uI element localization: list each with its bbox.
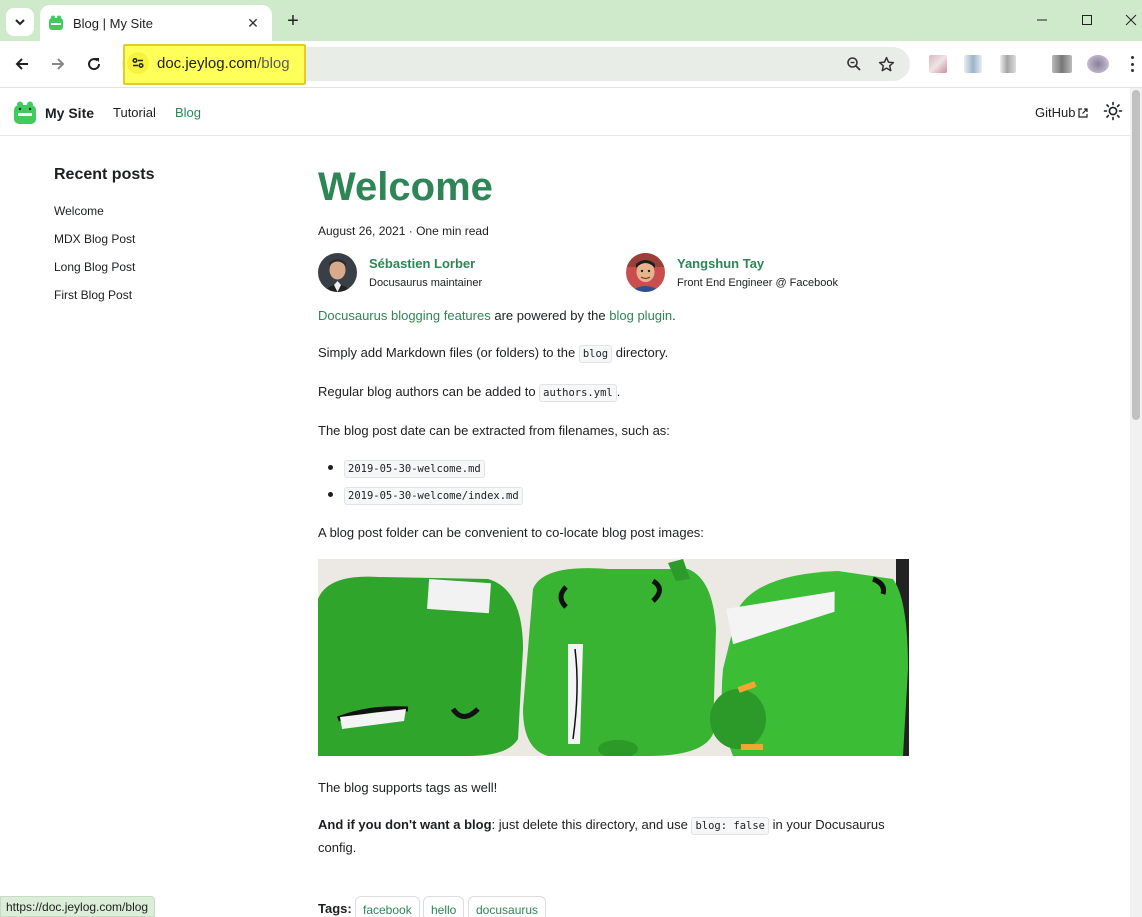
minimize-button[interactable]: [1017, 0, 1067, 40]
blog-plugin-link[interactable]: blog plugin: [609, 308, 672, 323]
post-meta: August 26, 2021 · One min read: [318, 224, 489, 238]
sidebar-post-mdx[interactable]: MDX Blog Post: [54, 232, 135, 246]
paragraph: A blog post folder can be convenient to …: [318, 525, 704, 540]
sidebar-post-first[interactable]: First Blog Post: [54, 288, 132, 302]
list-bullet: [328, 465, 333, 470]
brand-link[interactable]: My Site: [13, 100, 94, 125]
chevron-down-icon: [15, 19, 25, 26]
author-name[interactable]: Yangshun Tay: [677, 256, 838, 271]
github-label: GitHub: [1035, 105, 1076, 120]
paragraph-text: are powered by the: [490, 308, 610, 323]
favicon-icon: [49, 15, 63, 30]
extension-icon[interactable]: [1000, 55, 1016, 73]
author-name[interactable]: Sébastien Lorber: [369, 256, 482, 271]
inline-code: blog: [578, 345, 613, 363]
nav-link-tutorial[interactable]: Tutorial: [113, 105, 156, 120]
zoom-icon[interactable]: [844, 54, 864, 74]
sidebar-title: Recent posts: [54, 166, 155, 183]
maximize-icon: [1082, 15, 1092, 25]
site-info-button[interactable]: [127, 52, 149, 74]
docusaurus-plushies-image: [318, 559, 909, 756]
paragraph: Simply add Markdown files (or folders) t…: [318, 345, 669, 363]
paragraph-text: Simply add Markdown files (or folders) t…: [318, 345, 579, 360]
extension-icon[interactable]: [1052, 55, 1072, 73]
url-text[interactable]: doc.jeylog.com/blog: [157, 55, 290, 72]
paragraph-text: in your Docusaurus: [768, 817, 885, 832]
paragraph-text: .: [616, 384, 621, 399]
tag-facebook[interactable]: facebook: [355, 896, 420, 917]
sidebar-post-long[interactable]: Long Blog Post: [54, 260, 135, 274]
author-avatar[interactable]: [318, 253, 357, 292]
close-window-button[interactable]: [1106, 0, 1142, 40]
browser-menu-icon[interactable]: [1124, 53, 1140, 75]
reload-button[interactable]: [79, 49, 109, 79]
list-item: 2019-05-30-welcome.md: [344, 460, 485, 478]
arrow-left-icon: [15, 58, 28, 70]
tab-title: Blog | My Site: [73, 15, 153, 31]
bold-text: And if you don't want a blog: [318, 817, 492, 832]
url-host: doc.jeylog.com: [157, 55, 258, 72]
paragraph: Docusaurus blogging features are powered…: [318, 308, 676, 323]
bookmark-star-icon[interactable]: [876, 54, 896, 74]
author-role: Docusaurus maintainer: [369, 277, 483, 289]
author-card[interactable]: Yangshun Tay Front End Engineer @ Facebo…: [626, 253, 838, 292]
extension-icon[interactable]: [964, 55, 982, 73]
tags-label: Tags:: [318, 901, 352, 916]
paragraph-text: .: [672, 308, 676, 323]
forward-button[interactable]: [43, 49, 73, 79]
maximize-button[interactable]: [1062, 0, 1112, 40]
author-avatar[interactable]: [626, 253, 665, 292]
site-navbar: My Site Tutorial Blog GitHub: [0, 88, 1130, 136]
blogging-features-link[interactable]: Docusaurus blogging features: [318, 308, 491, 323]
scrollbar-thumb[interactable]: [1132, 90, 1140, 420]
arrow-right-icon: [52, 58, 65, 70]
list-item: 2019-05-30-welcome/index.md: [344, 487, 523, 505]
author-card[interactable]: Sébastien Lorber Docusaurus maintainer: [318, 253, 482, 292]
github-link[interactable]: GitHub: [1035, 105, 1089, 120]
page-scrollbar[interactable]: [1130, 88, 1142, 917]
browser-tab[interactable]: Blog | My Site ✕: [40, 5, 272, 41]
paragraph-text: : just delete this directory, and use: [491, 817, 692, 832]
reload-icon: [88, 58, 101, 71]
inline-code: 2019-05-30-welcome.md: [344, 460, 485, 478]
external-link-icon: [1078, 107, 1089, 118]
paragraph: The blog supports tags as well!: [318, 780, 498, 795]
nav-link-blog[interactable]: Blog: [175, 105, 201, 120]
inline-code: 2019-05-30-welcome/index.md: [344, 487, 523, 505]
new-tab-button[interactable]: +: [281, 9, 305, 33]
dinosaur-logo-icon: [14, 101, 36, 124]
inline-code: blog: false: [691, 817, 769, 835]
theme-toggle-sun-icon[interactable]: [1103, 101, 1123, 121]
profile-avatar-icon[interactable]: [1087, 55, 1109, 73]
paragraph-text: Regular blog authors can be added to: [318, 384, 540, 399]
tab-search-button[interactable]: [6, 8, 34, 36]
brand-title: My Site: [45, 104, 95, 121]
paragraph: And if you don't want a blog: just delet…: [318, 817, 885, 835]
sidebar-post-welcome[interactable]: Welcome: [54, 204, 104, 218]
tune-icon: [132, 57, 144, 69]
tag-docusaurus[interactable]: docusaurus: [468, 896, 547, 917]
minimize-icon: [1037, 19, 1047, 21]
paragraph: config.: [318, 840, 357, 855]
tag-hello[interactable]: hello: [423, 896, 465, 917]
status-bubble: https://doc.jeylog.com/blog: [0, 896, 156, 917]
list-bullet: [328, 492, 333, 497]
paragraph: The blog post date can be extracted from…: [318, 423, 670, 438]
paragraph: Regular blog authors can be added to aut…: [318, 384, 621, 402]
extension-icon[interactable]: [929, 55, 947, 73]
close-icon: [1125, 14, 1137, 26]
author-role: Front End Engineer @ Facebook: [677, 277, 838, 289]
post-title[interactable]: Welcome: [318, 165, 493, 210]
back-button[interactable]: [7, 49, 37, 79]
browser-toolbar: doc.jeylog.com/blog: [0, 41, 1142, 88]
inline-code: authors.yml: [539, 384, 617, 402]
paragraph-text: directory.: [612, 345, 669, 360]
url-path: /blog: [257, 55, 290, 72]
tab-close-icon[interactable]: ✕: [244, 14, 262, 32]
browser-tabstrip: Blog | My Site ✕ +: [0, 0, 1142, 41]
